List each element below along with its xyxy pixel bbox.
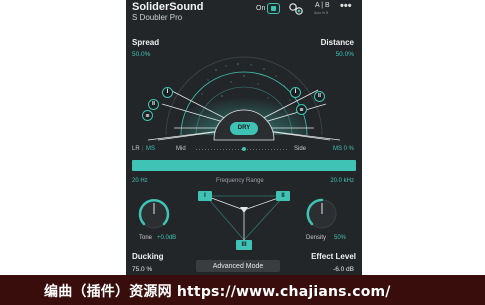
voice-select-label: I [204, 193, 206, 199]
ducking-label: Ducking [132, 252, 164, 261]
advanced-mode-button[interactable]: Advanced Mode [196, 260, 280, 272]
tone-knob[interactable] [138, 198, 170, 229]
effect-level-value[interactable]: -6.0 dB [333, 266, 354, 273]
voice-select-II[interactable]: II [276, 191, 290, 201]
watermark-text: 编曲（插件）资源网 https://www.chajians.com/ [44, 284, 391, 300]
density-knob[interactable] [306, 198, 337, 229]
voice-select-label: III [241, 242, 247, 248]
watermark-banner: 编曲（插件）资源网 https://www.chajians.com/ [0, 275, 485, 305]
voice-selector-triangle [205, 195, 285, 241]
voice-select-label: II [281, 193, 285, 199]
tone-label: Tone [139, 235, 153, 241]
ducking-value[interactable]: 75.0 % [132, 266, 152, 273]
density-value[interactable]: 50% [334, 235, 346, 241]
effect-level-label: Effect Level [311, 252, 356, 261]
plugin-window: SoliderSound S Doubler Pro On A | B Auto… [126, 0, 362, 275]
density-label: Density [306, 235, 327, 241]
controls-graphics [138, 195, 337, 241]
voice-select-I[interactable]: I [198, 191, 212, 201]
tone-value[interactable]: +0.0dB [157, 235, 176, 241]
voice-select-III[interactable]: III [236, 240, 252, 250]
